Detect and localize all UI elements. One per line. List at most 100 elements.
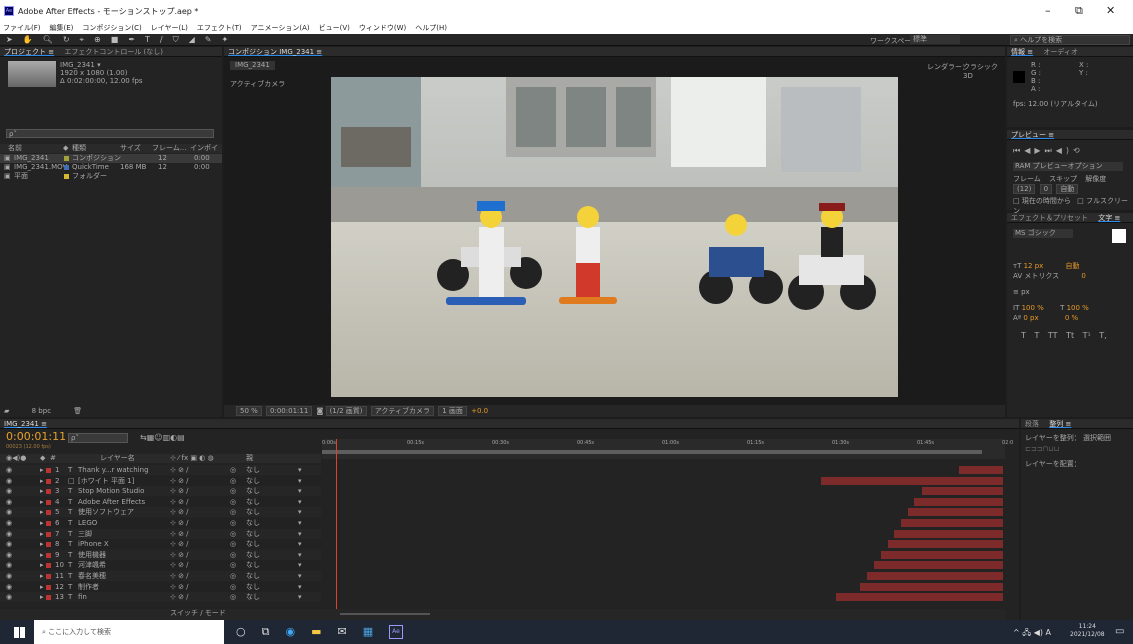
notification-icon[interactable]: ▭ <box>1115 626 1124 637</box>
composition-viewer[interactable] <box>331 77 898 397</box>
layer-solo-icon[interactable]: ◎ <box>230 539 236 549</box>
rectangle-tool-icon[interactable]: ■ <box>111 34 119 46</box>
project-list-item[interactable]: ▣ IMG_2341 コンポジション 12 0:00 <box>0 154 222 163</box>
expand-arrow-icon[interactable]: ▸ <box>40 529 44 539</box>
layer-solo-icon[interactable]: ◎ <box>230 582 236 592</box>
eraser-tool-icon[interactable]: ◢ <box>189 34 195 46</box>
first-frame-icon[interactable]: ⏮ <box>1013 146 1024 155</box>
visibility-icon[interactable]: ◉ <box>6 497 12 507</box>
col-fps[interactable]: フレーム... <box>152 144 186 153</box>
visibility-icon[interactable]: ◉ <box>6 550 12 560</box>
layer-parent-select[interactable]: なし <box>246 497 260 507</box>
visibility-icon[interactable]: ◉ <box>6 560 12 570</box>
timeline-layer-row[interactable]: ◉ ▸ 8 T iPhone X ⊹ ⊘ ∕ ◎ なし ▾ <box>0 539 321 550</box>
maximize-button[interactable]: ⧉ <box>1075 4 1083 18</box>
visibility-icon[interactable]: ◉ <box>6 476 12 486</box>
tab-paragraph[interactable]: 段落 <box>1021 419 1043 428</box>
roto-tool-icon[interactable]: ✎ <box>205 34 212 46</box>
timeline-timecode[interactable]: 0:00:01:11 <box>6 430 66 443</box>
stamp-tool-icon[interactable]: ⛉ <box>173 34 179 46</box>
chevron-down-icon[interactable]: ▾ <box>298 592 302 602</box>
kerning-value[interactable]: メトリクス <box>1024 272 1059 280</box>
layer-solo-icon[interactable]: ◎ <box>230 507 236 517</box>
menu-effect[interactable]: エフェクト(T) <box>197 22 242 34</box>
layer-switches[interactable]: ⊹ ⊘ ∕ <box>170 507 189 517</box>
layer-name[interactable]: 河津颯希 <box>78 560 168 570</box>
graph-editor-icon[interactable]: ▤ <box>177 433 185 442</box>
layer-duration-bar[interactable] <box>835 593 1003 602</box>
toggle-switches-modes[interactable]: スイッチ / モード <box>170 609 226 618</box>
layer-name[interactable]: [ホワイト 平面 1] <box>78 476 168 486</box>
subscript-button[interactable]: T, <box>1099 331 1106 340</box>
layer-solo-icon[interactable]: ◎ <box>230 571 236 581</box>
layer-solo-icon[interactable]: ◎ <box>230 529 236 539</box>
col-parent[interactable]: 親 <box>246 454 253 463</box>
layer-parent-select[interactable]: なし <box>246 571 260 581</box>
layer-label-color[interactable] <box>46 531 51 537</box>
help-search-input[interactable]: ⌕ ヘルプを検索 <box>1010 35 1130 45</box>
layer-duration-bar[interactable] <box>887 540 1003 549</box>
layer-duration-bar[interactable] <box>859 582 1003 591</box>
close-button[interactable]: ✕ <box>1106 4 1115 17</box>
menu-view[interactable]: ビュー(V) <box>319 22 350 34</box>
layer-switches[interactable]: ⊹ ⊘ ∕ <box>170 465 189 475</box>
layer-duration-bar[interactable] <box>901 519 1003 527</box>
timeline-search-input[interactable]: ρ˅ <box>68 433 128 443</box>
selection-tool-icon[interactable]: ➤ <box>6 34 13 46</box>
item-label-color[interactable] <box>64 165 69 170</box>
stroke-width-value[interactable]: px <box>1021 288 1030 296</box>
layer-parent-select[interactable]: なし <box>246 550 260 560</box>
layer-parent-select[interactable]: なし <box>246 486 260 496</box>
timeline-layer-row[interactable]: ◉ ▸ 12 T 制作者 ⊹ ⊘ ∕ ◎ なし ▾ <box>0 581 321 592</box>
vertical-scale-value[interactable]: 100 % <box>1022 304 1044 312</box>
layer-name[interactable]: LEGO <box>78 518 168 528</box>
resolution-select-preview[interactable]: 自動 <box>1056 184 1079 194</box>
timeline-layer-row[interactable]: ◉ ▸ 1 T Thank y...r watching ⊹ ⊘ ∕ ◎ なし … <box>0 465 321 475</box>
volume-icon[interactable]: ◀) <box>1034 628 1043 637</box>
pan-behind-tool-icon[interactable]: ⊕ <box>94 34 101 46</box>
visibility-icon[interactable]: ◉ <box>6 507 12 517</box>
store-icon[interactable]: ▦ <box>363 625 373 639</box>
visibility-icon[interactable]: ◉ <box>6 582 12 592</box>
chevron-down-icon[interactable]: ▾ <box>298 560 302 570</box>
layer-parent-select[interactable]: なし <box>246 507 260 517</box>
menu-layer[interactable]: レイヤー(L) <box>151 22 188 34</box>
layer-name[interactable]: 制作者 <box>78 582 168 592</box>
network-icon[interactable]: 🖧︎ <box>1022 628 1031 637</box>
ram-preview-options[interactable]: RAM プレビューオプション <box>1013 162 1123 171</box>
expand-arrow-icon[interactable]: ▸ <box>40 571 44 581</box>
item-label-color[interactable] <box>64 174 69 179</box>
col-in[interactable]: インポイ <box>190 144 218 153</box>
view-select[interactable]: アクティブカメラ <box>370 406 434 416</box>
col-layer-name[interactable]: レイヤー名 <box>100 454 135 463</box>
layer-solo-icon[interactable]: ◎ <box>230 465 236 475</box>
clock-date[interactable]: 2021/12/08 <box>1070 631 1105 639</box>
tab-effects-presets[interactable]: エフェクト＆プリセット <box>1007 213 1092 222</box>
layer-solo-icon[interactable]: ◎ <box>230 592 236 602</box>
comp-mini-flowchart-icon[interactable]: ⇆ <box>140 433 147 442</box>
from-current-checkbox[interactable]: □ <box>1013 197 1020 205</box>
visibility-icon[interactable]: ◉ <box>6 539 12 549</box>
tab-effect-controls[interactable]: エフェクトコントロール (なし) <box>60 47 167 56</box>
layer-parent-select[interactable]: なし <box>246 529 260 539</box>
layer-duration-bar[interactable] <box>894 529 1003 538</box>
layer-parent-select[interactable]: なし <box>246 465 260 475</box>
layer-solo-icon[interactable]: ◎ <box>230 476 236 486</box>
mail-icon[interactable]: ✉ <box>337 625 346 639</box>
camera-tool-icon[interactable]: ⌖ <box>80 34 85 46</box>
snapshot-icon[interactable]: ◙ <box>317 407 324 415</box>
layer-switches[interactable]: ⊹ ⊘ ∕ <box>170 529 189 539</box>
pen-tool-icon[interactable]: ✒ <box>128 34 135 46</box>
layer-solo-icon[interactable]: ◎ <box>230 518 236 528</box>
small-caps-button[interactable]: Tt <box>1066 331 1074 340</box>
expand-arrow-icon[interactable]: ▸ <box>40 560 44 570</box>
timeline-layer-row[interactable]: ◉ ▸ 2 □ [ホワイト 平面 1] ⊹ ⊘ ∕ ◎ なし ▾ <box>0 475 321 486</box>
prev-frame-icon[interactable]: ◀ <box>1024 146 1034 155</box>
visibility-icon[interactable]: ◉ <box>6 486 12 496</box>
superscript-button[interactable]: T¹ <box>1083 331 1091 340</box>
layer-label-color[interactable] <box>46 563 51 569</box>
exposure-value[interactable]: +0.0 <box>471 407 488 415</box>
layer-label-color[interactable] <box>46 510 51 516</box>
project-list-item[interactable]: ▣ 平面 フォルダー <box>0 172 222 181</box>
layer-name[interactable]: 三脚 <box>78 529 168 539</box>
